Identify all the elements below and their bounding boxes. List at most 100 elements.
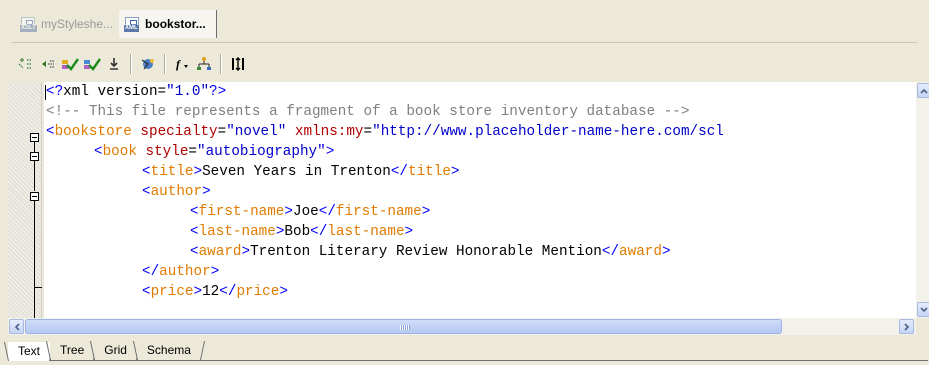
- code-token: author: [150, 184, 203, 200]
- xml-editor-window: XSLT myStyleshe... XML bookstor... f <?x…: [0, 0, 929, 365]
- code-token: =: [363, 124, 373, 140]
- code-token: <: [142, 164, 151, 180]
- toolbar-separator: [164, 54, 166, 74]
- code-token: Bob: [284, 224, 311, 240]
- code-token: "novel": [226, 124, 287, 140]
- xml-text-editor[interactable]: <?xml version="1.0"?> <!-- This file repr…: [8, 82, 929, 336]
- code-token: </: [318, 204, 336, 220]
- code-token: >: [279, 284, 288, 300]
- code-token: <?: [46, 84, 64, 100]
- outdent-icon: [42, 60, 54, 68]
- scroll-left-button[interactable]: [9, 319, 24, 334]
- code-line: <award>Trenton Literary Review Honorable…: [190, 242, 671, 262]
- code-token: >: [661, 244, 671, 260]
- chevron-up-icon: [920, 88, 928, 94]
- xpath-icon: [141, 59, 154, 70]
- tab-text[interactable]: Text: [8, 342, 51, 361]
- code-token: </: [219, 284, 237, 300]
- document-tab-bookstore[interactable]: XML bookstor...: [119, 10, 217, 38]
- check-well-formed-icon: [62, 58, 79, 71]
- scroll-right-button[interactable]: [899, 319, 914, 334]
- vertical-scrollbar[interactable]: [916, 82, 929, 318]
- code-token: <: [142, 184, 151, 200]
- code-line: <first-name>Joe</first-name>: [190, 202, 430, 222]
- toolbar-separator: [130, 54, 132, 74]
- code-line: <last-name>Bob</last-name>: [190, 222, 413, 242]
- code-token: Joe: [292, 204, 319, 220]
- code-token: >: [421, 204, 431, 220]
- scroll-up-button[interactable]: [917, 83, 929, 98]
- split-icon: [232, 57, 244, 71]
- tab-schema[interactable]: Schema: [136, 341, 201, 361]
- code-line: <price>12</price>: [142, 282, 288, 302]
- code-token: "1.0": [166, 84, 210, 100]
- code-token: <: [190, 224, 199, 240]
- code-line: </author>: [142, 262, 219, 282]
- code-token: >: [193, 284, 203, 300]
- code-token: Seven Years in Trenton: [202, 164, 391, 180]
- code-line: <bookstore specialty="novel" xmlns:my="h…: [46, 122, 724, 142]
- code-token: =: [188, 144, 198, 160]
- insert-function-icon: f: [176, 57, 188, 71]
- fold-toggle-book[interactable]: [30, 152, 39, 161]
- code-token: <!-- This file represents a fragment of …: [46, 104, 690, 120]
- svg-text:f: f: [176, 57, 181, 71]
- code-token: >: [325, 144, 335, 160]
- outdent-button[interactable]: [38, 54, 58, 74]
- chevron-right-icon: [903, 322, 909, 331]
- tree-button[interactable]: [194, 54, 214, 74]
- download-button[interactable]: [104, 54, 124, 74]
- code-token: <: [190, 204, 199, 220]
- code-token: Trenton Literary Review Honorable Mentio…: [250, 244, 602, 260]
- code-token: ?>: [209, 84, 227, 100]
- code-line: <book style="autobiography">: [94, 142, 334, 162]
- check-well-formed-button[interactable]: [60, 54, 80, 74]
- view-tab-bar: Text Tree Grid Schema: [8, 340, 201, 361]
- code-token: <: [94, 144, 103, 160]
- code-token: >: [202, 184, 211, 200]
- code-area[interactable]: <?xml version="1.0"?> <!-- This file repr…: [44, 82, 916, 318]
- code-line: <!-- This file represents a fragment of …: [46, 102, 689, 122]
- tree-icon: [197, 57, 211, 70]
- code-token: award: [198, 244, 242, 260]
- document-tab-mystylesheet[interactable]: XSLT myStyleshe...: [15, 10, 119, 38]
- code-token: first-name: [335, 204, 422, 220]
- code-token: last-name: [198, 224, 276, 240]
- fold-guide-line: [34, 287, 35, 318]
- code-token: xml version=: [63, 84, 167, 100]
- code-token: title: [150, 164, 194, 180]
- horizontal-scroll-thumb[interactable]: [25, 319, 782, 334]
- code-line: <?xml version="1.0"?>: [46, 82, 226, 102]
- xpath-button[interactable]: [138, 54, 158, 74]
- code-token: bookstore: [54, 124, 132, 140]
- code-token: price: [150, 284, 194, 300]
- code-token: >: [193, 164, 203, 180]
- fold-toggle-bookstore[interactable]: [30, 133, 39, 142]
- scroll-down-button[interactable]: [917, 302, 929, 317]
- xslt-file-icon: XSLT: [20, 16, 37, 32]
- code-token: >: [241, 244, 251, 260]
- insert-function-button[interactable]: f: [172, 54, 192, 74]
- fold-toggle-author[interactable]: [30, 192, 39, 201]
- document-tab-label: myStyleshe...: [41, 17, 114, 31]
- document-tab-bar: XSLT myStyleshe... XML bookstor...: [15, 7, 217, 41]
- code-line: <title>Seven Years in Trenton</title>: [142, 162, 460, 182]
- code-token: </: [310, 224, 328, 240]
- code-token: <: [142, 284, 151, 300]
- fold-gutter: [8, 82, 42, 318]
- validate-button[interactable]: [82, 54, 102, 74]
- code-token: specialty: [140, 124, 218, 140]
- tab-grid[interactable]: Grid: [94, 341, 137, 361]
- code-token: </: [390, 164, 409, 180]
- tab-tree[interactable]: Tree: [50, 341, 95, 361]
- code-token: 12: [202, 284, 220, 300]
- code-token: award: [619, 244, 662, 260]
- horizontal-scrollbar[interactable]: [8, 318, 916, 335]
- download-icon: [110, 58, 118, 70]
- code-token: >: [284, 204, 293, 220]
- chevron-left-icon: [14, 322, 20, 331]
- split-view-button[interactable]: [228, 54, 248, 74]
- fold-guide-line: [34, 161, 35, 191]
- indent-button[interactable]: [16, 54, 36, 74]
- chevron-down-icon: [920, 306, 928, 312]
